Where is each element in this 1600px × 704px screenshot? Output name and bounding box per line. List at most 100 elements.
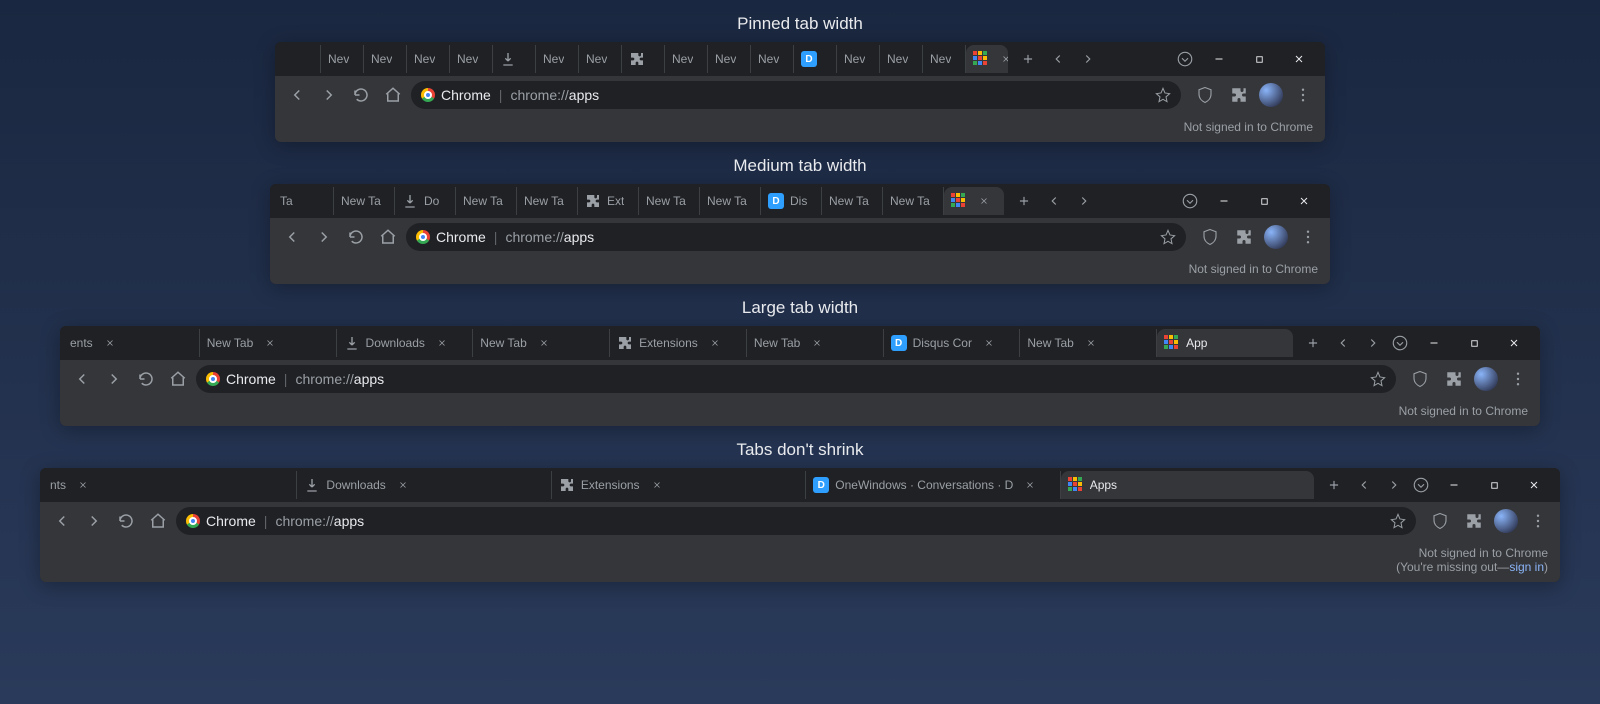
tab[interactable]: Do — [395, 187, 456, 215]
bookmark-star-icon[interactable] — [1370, 371, 1386, 387]
bookmark-star-icon[interactable] — [1155, 87, 1171, 103]
tab-close-icon[interactable] — [263, 336, 277, 350]
home-button[interactable] — [144, 507, 172, 535]
tab-close-icon[interactable] — [435, 336, 449, 350]
back-button[interactable] — [48, 507, 76, 535]
tab-scroll-left[interactable] — [1040, 187, 1068, 215]
tab-scroll-right[interactable] — [1380, 471, 1408, 499]
tab[interactable]: Extensions — [610, 329, 747, 357]
window-maximize[interactable] — [1244, 187, 1284, 215]
window-maximize[interactable] — [1239, 45, 1279, 73]
tab[interactable]: Nev — [364, 45, 407, 73]
tab[interactable]: Nev — [837, 45, 880, 73]
menu-button[interactable] — [1289, 81, 1317, 109]
forward-button[interactable] — [310, 223, 338, 251]
tab[interactable]: Nev — [450, 45, 493, 73]
tab[interactable]: New Ta — [883, 187, 944, 215]
tab[interactable]: Nev — [665, 45, 708, 73]
extensions-button[interactable] — [1225, 81, 1253, 109]
reload-button[interactable] — [347, 81, 375, 109]
back-button[interactable] — [278, 223, 306, 251]
extensions-button[interactable] — [1440, 365, 1468, 393]
tab[interactable]: Apps — [1061, 471, 1314, 499]
address-bar[interactable]: Chrome | chrome://apps — [196, 365, 1396, 393]
new-tab-button[interactable] — [1320, 471, 1348, 499]
tab[interactable]: ents — [68, 329, 200, 357]
new-tab-button[interactable] — [1010, 187, 1038, 215]
address-bar[interactable]: Chrome | chrome://apps — [411, 81, 1181, 109]
tab[interactable]: D — [794, 45, 837, 73]
window-maximize[interactable] — [1454, 329, 1494, 357]
tab-close-icon[interactable] — [537, 336, 551, 350]
window-close[interactable] — [1279, 45, 1319, 73]
tab-search-button[interactable] — [1171, 45, 1199, 73]
address-bar[interactable]: Chrome | chrome://apps — [176, 507, 1416, 535]
home-button[interactable] — [374, 223, 402, 251]
back-button[interactable] — [68, 365, 96, 393]
reload-button[interactable] — [342, 223, 370, 251]
tab[interactable]: Nev — [751, 45, 794, 73]
tab-close-icon[interactable] — [650, 478, 664, 492]
window-minimize[interactable] — [1414, 329, 1454, 357]
reload-button[interactable] — [132, 365, 160, 393]
tab[interactable]: Ta — [278, 187, 334, 215]
tab[interactable]: New Tab — [200, 329, 337, 357]
window-close[interactable] — [1494, 329, 1534, 357]
window-close[interactable] — [1284, 187, 1324, 215]
tab[interactable] — [622, 45, 665, 73]
tab[interactable]: Nev — [321, 45, 364, 73]
tab[interactable]: New Ta — [517, 187, 578, 215]
tab[interactable] — [944, 187, 1004, 215]
tab[interactable]: New Ta — [822, 187, 883, 215]
tab-close-icon[interactable] — [76, 478, 90, 492]
tab-close-icon[interactable] — [1084, 336, 1098, 350]
window-minimize[interactable] — [1204, 187, 1244, 215]
home-button[interactable] — [379, 81, 407, 109]
sign-in-link[interactable]: sign in — [1509, 560, 1544, 574]
tab[interactable]: nts — [48, 471, 297, 499]
bookmark-star-icon[interactable] — [1160, 229, 1176, 245]
tab-close-icon[interactable] — [977, 194, 991, 208]
tab[interactable] — [493, 45, 536, 73]
tab[interactable]: Extensions — [552, 471, 806, 499]
address-bar[interactable]: Chrome | chrome://apps — [406, 223, 1186, 251]
tab-close-icon[interactable] — [999, 52, 1008, 66]
tab-scroll-left[interactable] — [1350, 471, 1378, 499]
tab[interactable]: New Tab — [747, 329, 884, 357]
window-maximize[interactable] — [1474, 471, 1514, 499]
new-tab-button[interactable] — [1014, 45, 1042, 73]
tab-search-button[interactable] — [1176, 187, 1204, 215]
tab[interactable]: New Tab — [473, 329, 610, 357]
tab-close-icon[interactable] — [103, 336, 117, 350]
tab-scroll-left[interactable] — [1329, 329, 1357, 357]
tab[interactable]: New Ta — [700, 187, 761, 215]
tab[interactable] — [966, 45, 1008, 73]
new-tab-button[interactable] — [1299, 329, 1327, 357]
tab[interactable]: Nev — [579, 45, 622, 73]
tab-search-button[interactable] — [1408, 471, 1434, 499]
menu-button[interactable] — [1504, 365, 1532, 393]
menu-button[interactable] — [1294, 223, 1322, 251]
ublock-icon[interactable] — [1196, 223, 1224, 251]
tab[interactable]: D OneWindows · Conversations · D — [806, 471, 1060, 499]
tab[interactable]: Downloads — [297, 471, 551, 499]
tab-scroll-right[interactable] — [1359, 329, 1387, 357]
window-minimize[interactable] — [1434, 471, 1474, 499]
tab-scroll-left[interactable] — [1044, 45, 1072, 73]
tab-scroll-right[interactable] — [1070, 187, 1098, 215]
forward-button[interactable] — [100, 365, 128, 393]
tab[interactable]: Nev — [708, 45, 751, 73]
tab-scroll-right[interactable] — [1074, 45, 1102, 73]
forward-button[interactable] — [80, 507, 108, 535]
bookmark-star-icon[interactable] — [1390, 513, 1406, 529]
tab[interactable]: D Dis — [761, 187, 822, 215]
extensions-button[interactable] — [1230, 223, 1258, 251]
profile-avatar[interactable] — [1474, 367, 1498, 391]
ublock-icon[interactable] — [1426, 507, 1454, 535]
tab[interactable]: Nev — [880, 45, 923, 73]
menu-button[interactable] — [1524, 507, 1552, 535]
home-button[interactable] — [164, 365, 192, 393]
ublock-icon[interactable] — [1406, 365, 1434, 393]
extensions-button[interactable] — [1460, 507, 1488, 535]
tab-close-icon[interactable] — [810, 336, 824, 350]
